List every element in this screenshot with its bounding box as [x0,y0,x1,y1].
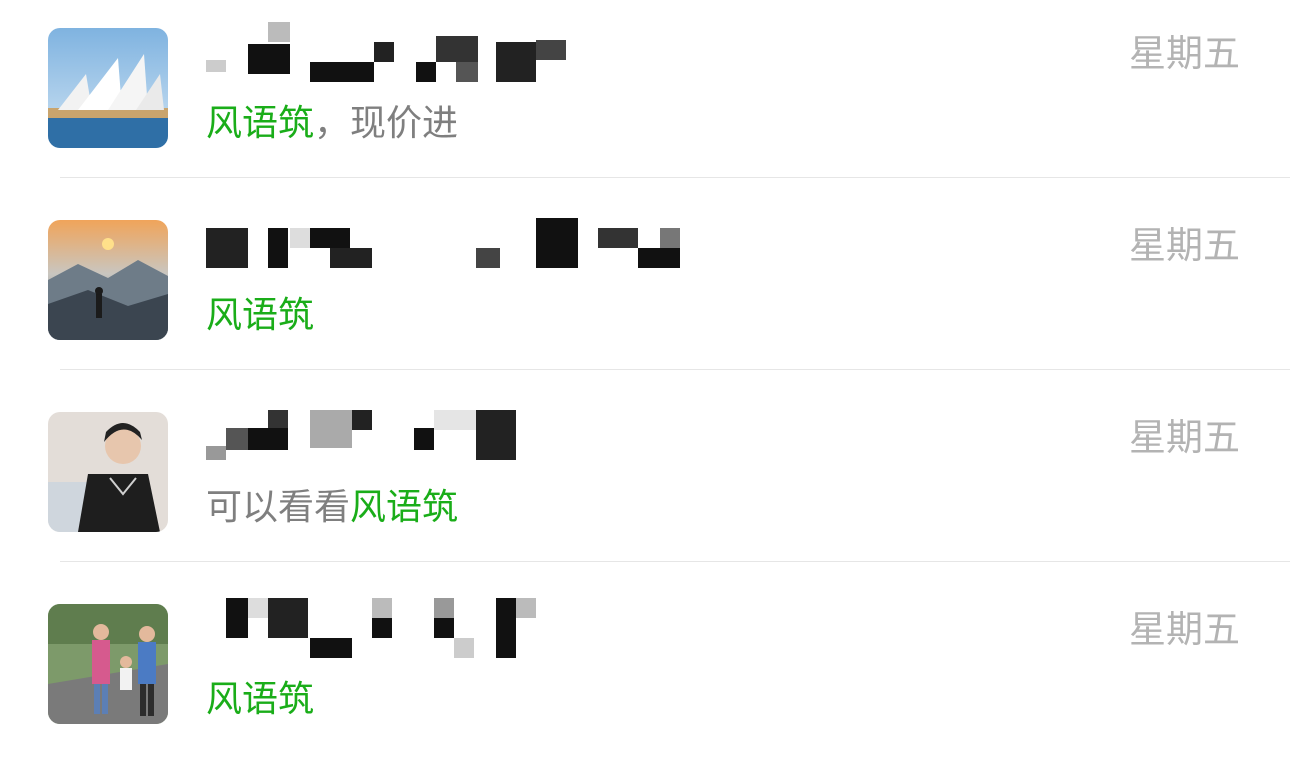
search-keyword: 风语筑 [206,295,315,336]
search-keyword: 风语筑 [350,487,459,528]
timestamp: 星期五 [1129,416,1240,459]
contact-name-redacted [206,598,686,658]
message-preview: 风语筑 [206,294,314,338]
chat-row[interactable]: 可以看看风语筑 星期五 [0,384,1290,576]
chat-row[interactable]: 风语筑 星期五 [0,576,1290,768]
timestamp: 星期五 [1129,608,1240,651]
opera-house-avatar[interactable] [48,28,168,148]
contact-name-redacted [206,22,686,82]
divider [60,177,1290,178]
divider [60,369,1290,370]
timestamp: 星期五 [1129,224,1240,267]
divider [60,561,1290,562]
contact-name-redacted [206,218,686,278]
chat-row[interactable]: 风语筑 星期五 [0,192,1290,384]
chat-row[interactable]: 风语筑，现价进 星期五 [0,0,1290,192]
message-preview: 风语筑，现价进 [206,103,459,144]
message-preview: 风语筑 [206,678,314,722]
message-preview: 可以看看风语筑 [206,487,459,528]
search-keyword: 风语筑 [206,103,315,144]
timestamp: 星期五 [1129,32,1240,75]
sunset-mountain-avatar[interactable] [48,220,168,340]
search-keyword: 风语筑 [206,679,315,720]
person-portrait-avatar[interactable] [48,412,168,532]
chat-list: 风语筑，现价进 星期五 风语筑 星期五 可以看看风语筑 星期五 风语筑 星期五 [0,0,1290,749]
family-walk-avatar[interactable] [48,604,168,724]
contact-name-redacted [206,406,686,466]
